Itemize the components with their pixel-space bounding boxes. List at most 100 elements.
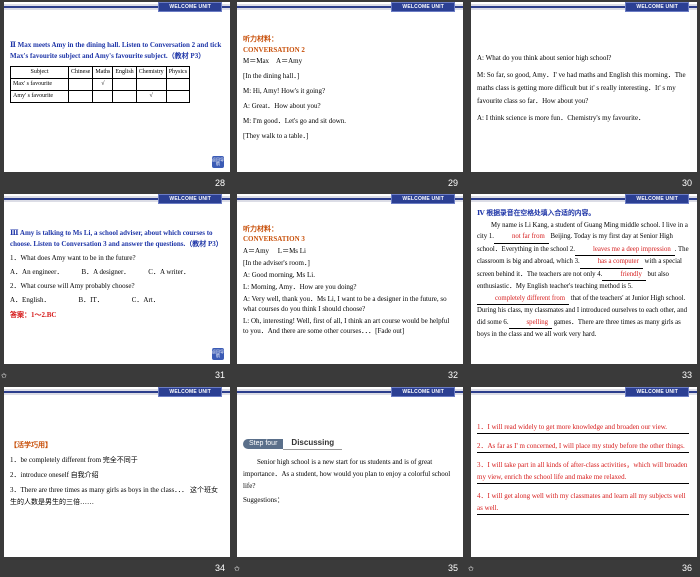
step-banner: Step four Discussing xyxy=(243,437,343,450)
table-cell: √ xyxy=(135,90,167,103)
exercise-heading: Ⅱ Max meets Amy in the dining hall. List… xyxy=(10,41,222,60)
slide-number: 32 xyxy=(447,370,458,380)
script-line: A: Great．How about you? xyxy=(243,102,321,110)
script-line: [In the dining hall．] xyxy=(243,72,300,80)
table-cell xyxy=(92,90,114,103)
slide-canvas: WELCOME UNIT Step four Discussing Senior … xyxy=(237,387,463,557)
slide-canvas: WELCOME UNIT 听力材料： CONVERSATION 2 M＝Max … xyxy=(237,2,463,172)
exercise-heading: Ⅳ 根据录音在空格处填入合适的内容。 xyxy=(477,210,596,217)
listening-label: 听力材料： xyxy=(243,225,278,233)
table-cell xyxy=(112,90,137,103)
slide-thumb-34[interactable]: WELCOME UNIT 【活学巧用】 1．be completely diff… xyxy=(0,385,233,577)
answer-blank: not far from xyxy=(494,231,549,244)
script-line: A: I think science is more fun．Chemistry… xyxy=(477,114,646,122)
slide-thumb-29[interactable]: WELCOME UNIT 听力材料： CONVERSATION 2 M＝Max … xyxy=(233,0,466,192)
list-item: 1．be completely different from 完全不同于 xyxy=(10,456,138,464)
answer-text: 答案：1～2.BC xyxy=(10,311,57,319)
option: A．English． xyxy=(10,296,51,304)
option: A．An engineer． xyxy=(10,268,64,276)
subject-table: Subject Chinese Maths English Chemistry … xyxy=(10,66,191,103)
unit-tag: WELCOME UNIT xyxy=(391,2,455,12)
slide-thumb-35[interactable]: WELCOME UNIT Step four Discussing Senior … xyxy=(233,385,466,577)
slide-canvas: WELCOME UNIT 【活学巧用】 1．be completely diff… xyxy=(4,387,230,557)
answer-line: 1．I will read widely to get more knowled… xyxy=(477,421,689,434)
step-label: Step four xyxy=(243,439,284,449)
back-nav-icon[interactable]: 返回导航 xyxy=(212,348,224,360)
slide-thumb-33[interactable]: WELCOME UNIT Ⅳ 根据录音在空格处填入合适的内容。 My name … xyxy=(467,192,700,384)
answer-line: 2．As far as I' m concerned, I will place… xyxy=(477,440,689,453)
unit-tag: WELCOME UNIT xyxy=(391,194,455,204)
slide-grid: WELCOME UNIT Ⅱ Max meets Amy in the dini… xyxy=(0,0,700,577)
script-line: M: Hi, Amy! How's it going? xyxy=(243,87,326,95)
unit-tag: WELCOME UNIT xyxy=(158,2,222,12)
table-header: Chemistry xyxy=(135,66,167,79)
unit-tag: WELCOME UNIT xyxy=(391,387,455,397)
slide-thumb-32[interactable]: WELCOME UNIT 听力材料： CONVERSATION 3 A＝Amy … xyxy=(233,192,466,384)
slide-thumb-28[interactable]: WELCOME UNIT Ⅱ Max meets Amy in the dini… xyxy=(0,0,233,192)
table-header: Chinese xyxy=(67,66,94,79)
slide-number: 34 xyxy=(214,563,225,573)
table-cell xyxy=(67,78,94,91)
slide-canvas: WELCOME UNIT Ⅲ Amy is talking to Ms Li, … xyxy=(4,194,230,364)
star-icon: ✩ xyxy=(468,565,474,573)
answer-blank: friendly xyxy=(602,269,646,281)
table-row: Amy' s favourite √ xyxy=(10,90,191,103)
slide-number: 29 xyxy=(447,178,458,188)
star-icon: ✩ xyxy=(234,565,240,573)
table-cell xyxy=(67,90,94,103)
script-line: [They walk to a table．] xyxy=(243,132,309,140)
unit-tag: WELCOME UNIT xyxy=(158,387,222,397)
unit-tag: WELCOME UNIT xyxy=(158,194,222,204)
answer-blank: leaves me a deep impression xyxy=(574,244,675,256)
table-cell: Max' s favourite xyxy=(10,78,69,91)
script-line: A＝Amy L＝Ms Li xyxy=(243,247,306,255)
answer-blank: has a computer xyxy=(579,256,643,269)
slide-canvas: WELCOME UNIT Ⅱ Max meets Amy in the dini… xyxy=(4,2,230,172)
script-line: M: So far, so good, Amy．I' ve had maths … xyxy=(477,71,686,105)
suggestions-label: Suggestions： xyxy=(243,496,284,504)
section-label: 【活学巧用】 xyxy=(10,441,52,449)
question: 1．What does Amy want to be in the future… xyxy=(10,254,136,262)
script-line: A: Good morning, Ms Li. xyxy=(243,271,315,279)
unit-tag: WELCOME UNIT xyxy=(625,2,689,12)
script-line: L: Oh, interesting! Well, first of all, … xyxy=(243,317,450,335)
slide-canvas: WELCOME UNIT A: What do you think about … xyxy=(471,2,697,172)
back-nav-icon[interactable]: 返回导航 xyxy=(212,156,224,168)
slide-number: 36 xyxy=(681,563,692,573)
slide-number: 31 xyxy=(214,370,225,380)
answer-line: 4．I will get along well with my classmat… xyxy=(477,490,689,515)
slide-thumb-36[interactable]: WELCOME UNIT 1．I will read widely to get… xyxy=(467,385,700,577)
slide-number: 35 xyxy=(447,563,458,573)
slide-thumb-30[interactable]: WELCOME UNIT A: What do you think about … xyxy=(467,0,700,192)
discussion-body: Senior high school is a new start for us… xyxy=(243,458,451,490)
script-line: M＝Max A＝Amy xyxy=(243,57,303,65)
list-item: 3．There are three times as many girls as… xyxy=(10,486,219,506)
table-cell xyxy=(165,90,191,103)
script-line: A: What do you think about senior high s… xyxy=(477,54,612,62)
listening-label: 听力材料： xyxy=(243,35,278,43)
slide-thumb-31[interactable]: WELCOME UNIT Ⅲ Amy is talking to Ms Li, … xyxy=(0,192,233,384)
slide-number: 28 xyxy=(214,178,225,188)
fill-passage: My name is Li Kang, a student of Guang M… xyxy=(477,220,689,341)
slide-canvas: WELCOME UNIT 听力材料： CONVERSATION 3 A＝Amy … xyxy=(237,194,463,364)
answer-blank: completely different from xyxy=(477,293,570,305)
option: B．IT． xyxy=(78,296,104,304)
table-row: Max' s favourite √ xyxy=(10,78,191,91)
unit-tag: WELCOME UNIT xyxy=(625,387,689,397)
slide-canvas: WELCOME UNIT 1．I will read widely to get… xyxy=(471,387,697,557)
step-title: Discussing xyxy=(283,437,343,450)
conversation-title: CONVERSATION 3 xyxy=(243,235,305,243)
question: 2．What course will Amy probably choose? xyxy=(10,282,135,290)
answer-blank: spelling xyxy=(508,317,553,329)
list-item: 2．introduce oneself 自我介绍 xyxy=(10,471,99,479)
script-line: M: I'm good．Let's go and sit down. xyxy=(243,117,347,125)
script-line: L: Morning, Amy．How are you doing? xyxy=(243,283,357,291)
options-row: A．An engineer． B．A designer． C．A writer． xyxy=(10,267,222,278)
table-cell xyxy=(112,78,137,91)
table-cell xyxy=(135,78,167,91)
slide-canvas: WELCOME UNIT Ⅳ 根据录音在空格处填入合适的内容。 My name … xyxy=(471,194,697,364)
table-header: Physics xyxy=(165,66,191,79)
table-header: English xyxy=(112,66,137,79)
exercise-heading: Ⅲ Amy is talking to Ms Li, a school advi… xyxy=(10,229,223,248)
star-icon: ✩ xyxy=(1,372,7,380)
